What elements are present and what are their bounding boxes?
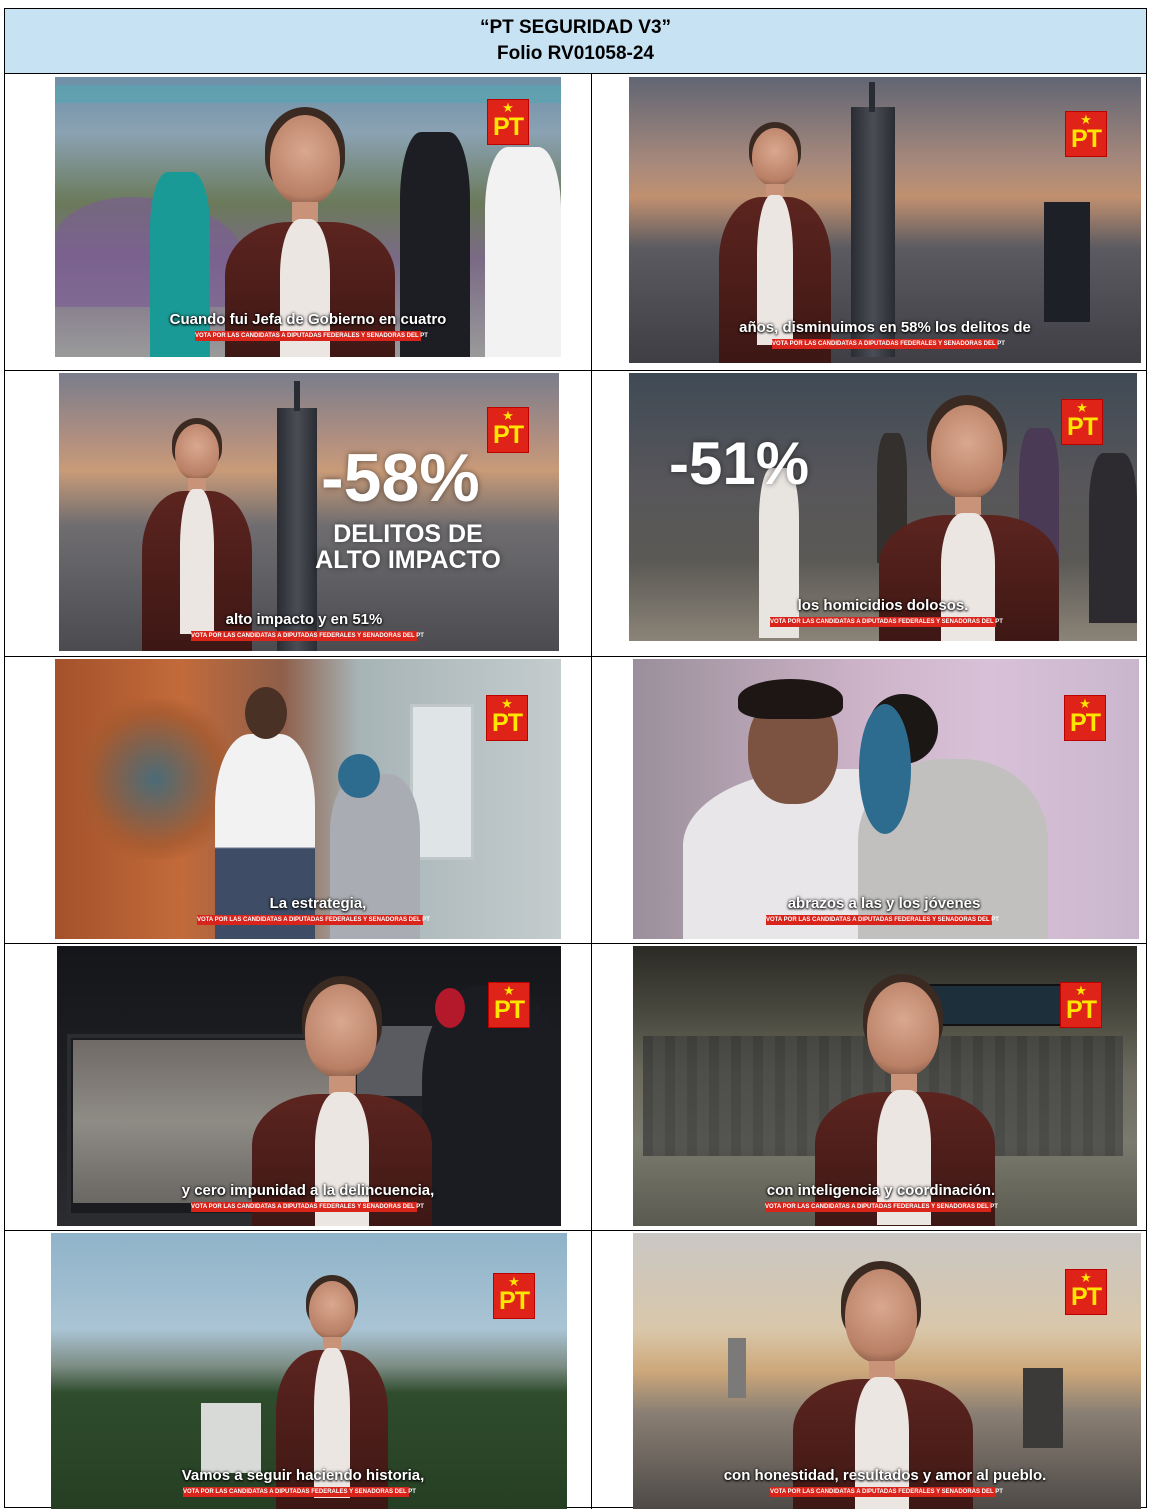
subtitle-caption: con inteligencia y coordinación. — [766, 1182, 996, 1199]
vote-banner: VOTA POR LAS CANDIDATAS A DIPUTADAS FEDE… — [766, 915, 999, 925]
video-frame-9: ★ PT Vamos a seguir haciendo historia, VO… — [51, 1233, 567, 1509]
pt-party-logo: ★ PT — [1065, 111, 1107, 157]
pt-party-logo: ★ PT — [493, 1273, 535, 1319]
vote-banner: VOTA POR LAS CANDIDATAS A DIPUTADAS FEDE… — [772, 339, 1005, 349]
pt-party-logo: ★ PT — [1061, 399, 1103, 445]
pt-party-logo: ★ PT — [486, 695, 528, 741]
stat-overlay-label: ALTO IMPACTO — [315, 546, 501, 574]
pt-party-logo: ★ PT — [1060, 982, 1102, 1028]
table-column-divider — [591, 74, 592, 1509]
subtitle-caption: Vamos a seguir haciendo historia, — [181, 1467, 425, 1484]
video-frame-5: ★ PT La estrategia, VOTA POR LAS CANDIDAT… — [55, 659, 561, 939]
face-blur-mask — [859, 704, 911, 834]
vote-banner: VOTA POR LAS CANDIDATAS A DIPUTADAS FEDE… — [191, 631, 424, 641]
vote-banner: VOTA POR LAS CANDIDATAS A DIPUTADAS FEDE… — [195, 331, 428, 341]
subtitle-caption: y cero impunidad a la delincuencia, — [181, 1182, 435, 1199]
stat-overlay-value: -51% — [669, 430, 810, 497]
video-frame-6: ★ PT abrazos a las y los jóvenes VOTA POR… — [633, 659, 1139, 939]
table-row-divider — [5, 1230, 1146, 1231]
subtitle-caption: La estrategia, — [269, 895, 367, 912]
vote-banner: VOTA POR LAS CANDIDATAS A DIPUTADAS FEDE… — [183, 1487, 416, 1497]
subtitle-caption: Cuando fui Jefa de Gobierno en cuatro — [169, 311, 447, 328]
subtitle-caption: los homicidios dolosos. — [797, 597, 969, 614]
pt-party-logo: ★ PT — [487, 407, 529, 453]
table-row-divider — [5, 943, 1146, 944]
vote-banner: VOTA POR LAS CANDIDATAS A DIPUTADAS FEDE… — [191, 1202, 424, 1212]
pt-party-logo: ★ PT — [1065, 1269, 1107, 1315]
stat-overlay-value: -58% — [321, 440, 480, 516]
table-row-divider — [5, 370, 1146, 371]
document-header: “PT SEGURIDAD V3” Folio RV01058-24 — [5, 9, 1146, 74]
vote-banner: VOTA POR LAS CANDIDATAS A DIPUTADAS FEDE… — [770, 1487, 1003, 1497]
vote-banner: VOTA POR LAS CANDIDATAS A DIPUTADAS FEDE… — [197, 915, 430, 925]
video-frame-3: -58% DELITOS DE ALTO IMPACTO ★ PT alto im… — [59, 373, 559, 651]
video-frame-7: ★ PT y cero impunidad a la delincuencia, … — [57, 946, 561, 1226]
vote-banner: VOTA POR LAS CANDIDATAS A DIPUTADAS FEDE… — [765, 1202, 998, 1212]
video-frame-1: ★ PT Cuando fui Jefa de Gobierno en cuatr… — [55, 77, 561, 357]
subtitle-caption: años, disminuimos en 58% los delitos de — [739, 319, 1031, 336]
pt-party-logo: ★ PT — [488, 982, 530, 1028]
video-frame-2: ★ PT años, disminuimos en 58% los delitos… — [629, 77, 1141, 363]
table-row-divider — [5, 656, 1146, 657]
document-sheet: “PT SEGURIDAD V3” Folio RV01058-24 ★ PT C… — [4, 8, 1147, 1509]
stat-overlay-label: DELITOS DE — [333, 520, 483, 548]
video-frame-4: -51% ★ PT los homicidios dolosos. VOTA PO… — [629, 373, 1137, 641]
subtitle-caption: abrazos a las y los jóvenes — [787, 895, 981, 912]
vote-banner: VOTA POR LAS CANDIDATAS A DIPUTADAS FEDE… — [770, 617, 1003, 627]
video-frame-8: ★ PT con inteligencia y coordinación. VOT… — [633, 946, 1137, 1226]
video-frame-10: ★ PT con honestidad, resultados y amor al… — [633, 1233, 1141, 1509]
subtitle-caption: con honestidad, resultados y amor al pue… — [723, 1467, 1047, 1484]
folio-number: Folio RV01058-24 — [496, 43, 654, 64]
face-blur-mask — [338, 754, 380, 798]
pt-party-logo: ★ PT — [1064, 695, 1106, 741]
pt-party-logo: ★ PT — [487, 99, 529, 145]
document-title: “PT SEGURIDAD V3” — [479, 17, 672, 38]
subtitle-caption: alto impacto y en 51% — [225, 611, 383, 628]
